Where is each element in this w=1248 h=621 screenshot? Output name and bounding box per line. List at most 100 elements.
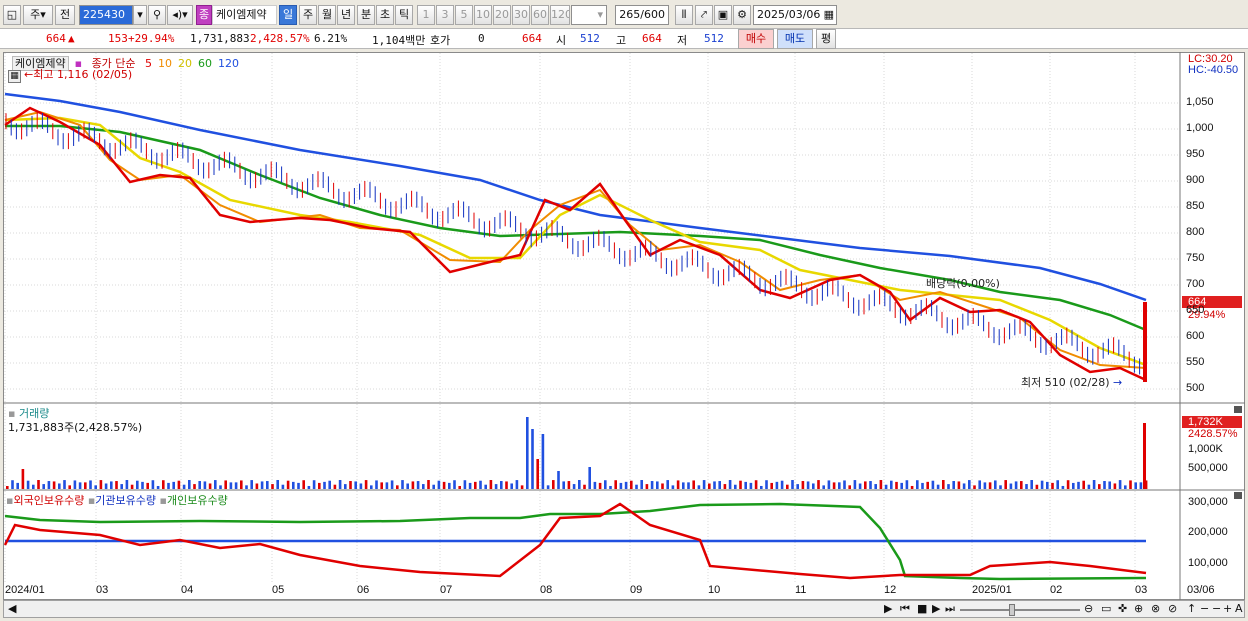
high-annotation: ←최고 1,116 (02/05) <box>24 68 133 81</box>
chart-type-icon[interactable]: ⊗ <box>1151 602 1160 615</box>
volume-bar <box>598 482 602 489</box>
volume-bar <box>375 480 378 489</box>
volume-bar <box>250 480 253 489</box>
fit-icon[interactable]: ▭ <box>1101 602 1111 615</box>
price-tick: 800 <box>1186 226 1205 238</box>
first-bar-icon[interactable]: ⏮ <box>900 602 910 616</box>
ma20-label: 20 <box>178 57 193 70</box>
maximize-icon[interactable] <box>1234 406 1242 413</box>
last-bar-icon[interactable]: ⏭ <box>945 602 955 616</box>
volume-bar <box>848 485 851 489</box>
volume-bar <box>905 480 909 489</box>
foreign-holding-label: 외국인보유수량 <box>13 494 85 507</box>
volume-bar <box>780 480 784 489</box>
last-volume-pct: 2428.57% <box>1188 428 1238 440</box>
volume-bar <box>115 481 118 489</box>
volume-bar <box>1082 480 1085 489</box>
volume-bar <box>89 480 92 489</box>
volume-bar <box>318 482 321 489</box>
volume-bar <box>526 417 529 489</box>
chart-svg <box>3 52 1245 600</box>
volume-bar <box>916 480 919 489</box>
volume-bar <box>515 480 519 489</box>
zoom-in-tool-icon[interactable]: ⊕ <box>1134 602 1143 615</box>
volume-bar <box>869 481 872 489</box>
volume-bar <box>676 480 680 489</box>
volume-bar <box>182 484 186 489</box>
volume-bar <box>78 482 82 489</box>
institution-holding-label: 기관보유수량 <box>95 494 157 507</box>
volume-bar <box>260 481 264 489</box>
volume-bar <box>333 484 337 489</box>
volume-bar <box>229 482 233 489</box>
volume-bar <box>723 484 727 489</box>
last-volume-label: 1,732K <box>1188 416 1223 428</box>
price-tick: 950 <box>1186 148 1205 160</box>
volume-bar <box>276 480 279 489</box>
volume-bar <box>1113 483 1117 489</box>
volume-bar <box>541 434 545 489</box>
volume-bar <box>1108 481 1111 489</box>
volume-bar <box>505 481 508 489</box>
auto-scale-icon[interactable]: A <box>1235 602 1243 615</box>
volume-bar <box>510 483 513 489</box>
volume-bar <box>442 481 446 489</box>
volume-bar <box>1139 482 1143 489</box>
zoom-handle[interactable] <box>1009 604 1015 616</box>
low-note: 최저 510 (02/28) <box>1021 376 1110 389</box>
volume-bar <box>198 481 201 489</box>
x-axis-label: 10 <box>708 584 721 596</box>
volume-bar <box>557 471 560 489</box>
volume-bar <box>994 480 997 489</box>
volume-bar <box>744 481 747 489</box>
volume-bar <box>546 485 550 489</box>
volume-bar <box>94 485 97 489</box>
scroll-up-icon[interactable]: ↑ <box>1187 602 1196 615</box>
volume-bar <box>791 480 794 489</box>
volume-bar <box>427 480 430 489</box>
ma60-label: 60 <box>198 57 213 70</box>
volume-bar <box>1061 485 1065 489</box>
volume-bar <box>593 481 597 489</box>
volume-bar <box>151 480 155 489</box>
volume-bar <box>609 485 612 489</box>
scroll-right-icon[interactable]: ▶ <box>884 602 892 615</box>
volume-bar <box>1004 480 1007 489</box>
plus-icon[interactable]: + <box>1223 602 1232 615</box>
volume-bar <box>1092 480 1096 489</box>
volume-bar <box>562 481 565 489</box>
volume-bar <box>234 482 238 489</box>
volume-bar <box>1035 484 1039 489</box>
volume-bar <box>162 480 165 489</box>
volume-bar <box>661 483 664 489</box>
scroll-left-icon[interactable]: ◀ <box>8 602 16 615</box>
x-axis-label: 09 <box>630 584 643 596</box>
chart-settings-icon[interactable]: ▦ <box>8 70 21 83</box>
zoom-out-tool-icon[interactable]: ⊖ <box>1084 602 1093 615</box>
volume-bar <box>952 481 955 489</box>
volume-bar <box>801 481 805 489</box>
minus-icon[interactable]: − <box>1200 602 1209 615</box>
volume-bar <box>765 480 768 489</box>
volume-bar <box>754 480 758 489</box>
volume-bar <box>890 480 893 489</box>
volume-bar <box>968 480 971 489</box>
volume-bar <box>307 485 311 489</box>
zoom-track[interactable] <box>960 609 1080 611</box>
expand-icon[interactable]: ⊘ <box>1168 602 1177 615</box>
crosshair-icon[interactable]: ✜ <box>1118 602 1127 615</box>
maximize-icon[interactable] <box>1234 492 1242 499</box>
volume-bar <box>359 483 363 489</box>
chart-scrollbar[interactable]: ◀ ▶ ⏮ ■ ▶ ⏭ ⊖ ▭ ✜ ⊕ ⊗ ⊘ ↑ − − + A <box>3 600 1245 618</box>
volume-bar <box>141 481 144 489</box>
x-axis-label: 08 <box>540 584 553 596</box>
volume-bar <box>1072 482 1075 489</box>
volume-bar <box>1046 481 1049 489</box>
volume-bar <box>448 482 451 489</box>
x-axis-label: 03 <box>1135 584 1148 596</box>
stop-icon[interactable]: ■ <box>917 602 927 615</box>
volume-bar <box>999 485 1002 489</box>
play-icon[interactable]: ▶ <box>932 602 940 615</box>
volume-bar <box>297 482 300 489</box>
volume-bar <box>957 481 961 489</box>
